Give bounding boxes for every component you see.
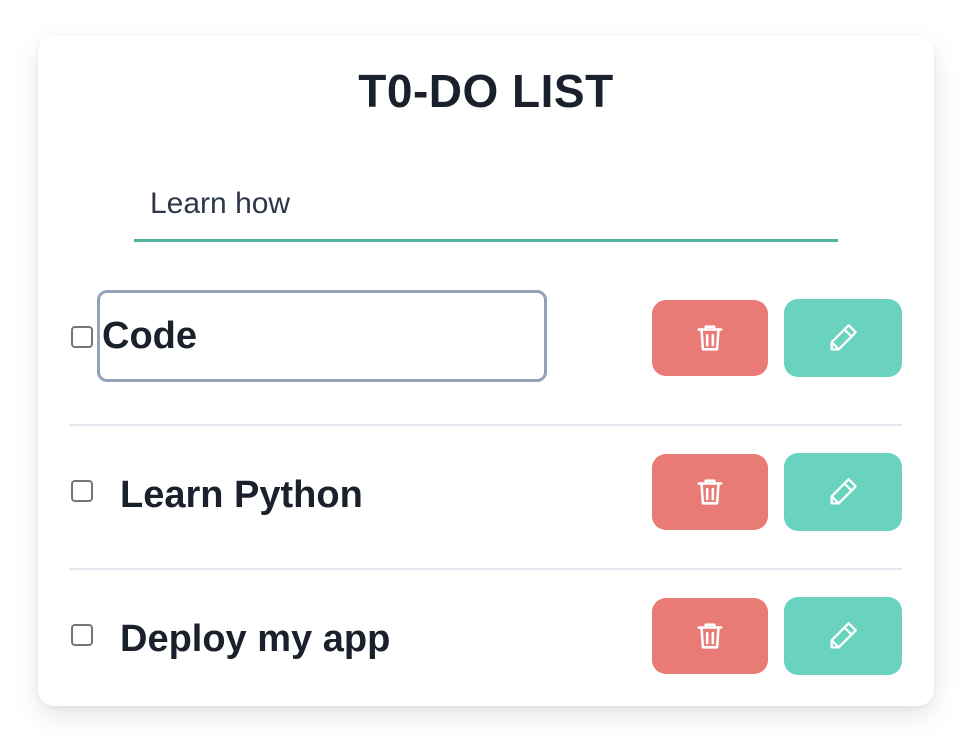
edit-button[interactable] (784, 597, 902, 675)
todo-checkbox[interactable] (71, 326, 93, 348)
pencil-icon (830, 622, 857, 649)
pencil-icon (830, 324, 857, 351)
edit-button[interactable] (784, 299, 902, 377)
trash-icon (697, 325, 723, 351)
trash-icon (697, 479, 723, 505)
trash-icon (697, 623, 723, 649)
todo-list: Learn Python Deploy my app (69, 282, 902, 714)
delete-button[interactable] (652, 454, 768, 530)
todo-label: Learn Python (120, 474, 363, 516)
page-title: T0-DO LIST (358, 65, 614, 117)
todo-card: T0-DO LIST Learn Python (38, 36, 934, 706)
todo-checkbox[interactable] (71, 480, 93, 502)
todo-item: Learn Python (69, 426, 902, 570)
pencil-icon (830, 478, 857, 505)
edit-button[interactable] (784, 453, 902, 531)
todo-edit-input[interactable] (97, 290, 547, 382)
todo-item (69, 282, 902, 426)
todo-label: Deploy my app (120, 618, 391, 660)
todo-item: Deploy my app (69, 570, 902, 714)
delete-button[interactable] (652, 598, 768, 674)
delete-button[interactable] (652, 300, 768, 376)
new-todo-input[interactable] (134, 168, 838, 242)
todo-checkbox[interactable] (71, 624, 93, 646)
